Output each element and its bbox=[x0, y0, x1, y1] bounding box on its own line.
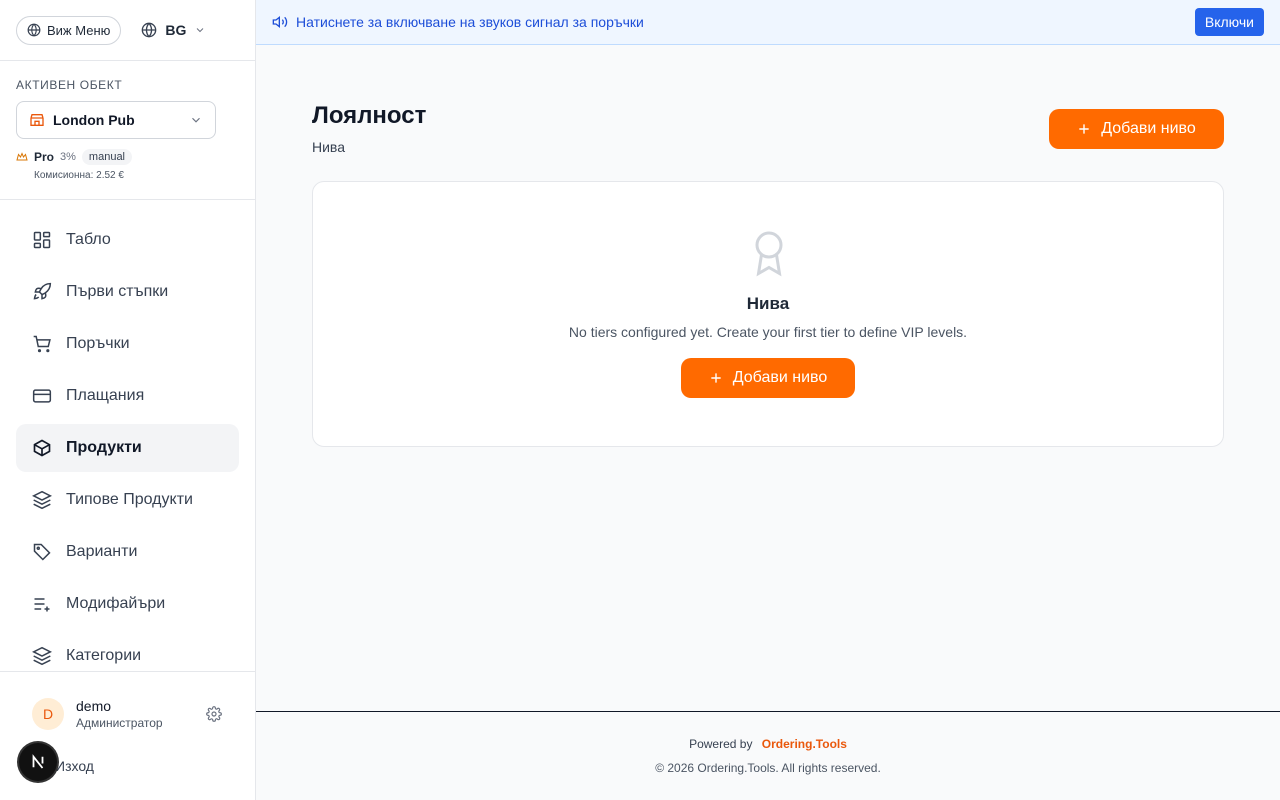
plan-name: Pro bbox=[34, 150, 55, 164]
nextjs-logo-icon bbox=[32, 754, 44, 769]
sidebar-item-label: Категории bbox=[66, 647, 142, 664]
logout-button[interactable]: Изход bbox=[55, 758, 94, 774]
language-selector[interactable]: BG bbox=[133, 16, 214, 45]
sidebar-item-payments[interactable]: Плащания bbox=[16, 372, 239, 420]
sidebar-top: Виж Меню BG bbox=[0, 0, 255, 61]
add-first-tier-label: Добави ниво bbox=[732, 369, 828, 386]
powered-by: Powered by Ordering.Tools bbox=[256, 737, 1280, 751]
plan-badge: manual bbox=[81, 149, 132, 165]
sidebar-item-label: Продукти bbox=[66, 439, 142, 456]
tiers-empty-card: Нива No tiers configured yet. Create you… bbox=[312, 181, 1224, 447]
empty-state-text: No tiers configured yet. Create your fir… bbox=[568, 324, 968, 340]
add-first-tier-button[interactable]: Добави ниво bbox=[681, 358, 855, 398]
layers-icon bbox=[32, 646, 52, 666]
plus-icon bbox=[1079, 124, 1089, 134]
active-venue-label: АКТИВЕН ОБЕКТ bbox=[16, 78, 123, 92]
store-icon bbox=[30, 114, 44, 126]
globe-icon bbox=[27, 23, 41, 37]
sidebar-nav: Табло Първи стъпки Поръчки Плащания Прод… bbox=[16, 216, 239, 684]
tag-icon bbox=[33, 543, 51, 561]
sidebar-item-label: Първи стъпки bbox=[66, 283, 169, 300]
view-menu-label: Виж Меню bbox=[47, 22, 111, 38]
rocket-icon bbox=[33, 282, 52, 300]
enable-sound-button[interactable]: Включи bbox=[1194, 8, 1264, 36]
globe-icon bbox=[142, 22, 157, 38]
speaker-icon bbox=[272, 15, 288, 29]
plan-percent: 3% bbox=[60, 151, 76, 163]
add-tier-label: Добави ниво bbox=[1101, 120, 1196, 137]
user-name: demo bbox=[76, 698, 112, 714]
sidebar-item-label: Варианти bbox=[66, 543, 138, 560]
brand-link[interactable]: Ordering.Tools bbox=[762, 737, 847, 751]
sidebar-item-label: Типове Продукти bbox=[66, 491, 193, 508]
sidebar-item-dashboard[interactable]: Табло bbox=[16, 216, 239, 264]
credit-card-icon bbox=[32, 389, 52, 403]
commission-text: Комисионна: 2.52 € bbox=[34, 170, 124, 181]
user-profile[interactable]: D demo Администратор bbox=[32, 698, 163, 730]
sidebar-item-variants[interactable]: Варианти bbox=[16, 528, 239, 576]
gear-icon[interactable] bbox=[206, 706, 222, 722]
footer: Powered by Ordering.Tools © 2026 Orderin… bbox=[256, 711, 1280, 800]
language-label: BG bbox=[165, 22, 187, 38]
add-tier-button[interactable]: Добави ниво bbox=[1049, 109, 1224, 149]
venue-select[interactable]: London Pub bbox=[16, 101, 216, 139]
cart-icon bbox=[33, 335, 51, 353]
box-icon bbox=[33, 439, 51, 457]
page-subtitle: Нива bbox=[312, 139, 345, 155]
chevron-down-icon bbox=[197, 28, 204, 33]
sidebar-item-label: Табло bbox=[66, 231, 111, 248]
layers-icon bbox=[32, 490, 52, 510]
sidebar-item-product-types[interactable]: Типове Продукти bbox=[16, 476, 239, 524]
sidebar-item-getting-started[interactable]: Първи стъпки bbox=[16, 268, 239, 316]
sidebar-item-orders[interactable]: Поръчки bbox=[16, 320, 239, 368]
plus-icon bbox=[711, 373, 721, 383]
active-venue-section: АКТИВЕН ОБЕКТ London Pub Pro 3% manual К… bbox=[0, 61, 255, 200]
sidebar-item-products[interactable]: Продукти bbox=[16, 424, 239, 472]
list-plus-icon bbox=[34, 598, 50, 612]
crown-icon bbox=[16, 152, 28, 161]
chevron-down-icon bbox=[192, 117, 200, 123]
award-icon bbox=[755, 231, 783, 277]
avatar: D bbox=[32, 698, 64, 730]
powered-by-text: Powered by bbox=[689, 737, 753, 751]
sidebar-item-label: Модифайъри bbox=[66, 595, 166, 612]
sound-alert-banner: Натиснете за включване на звуков сигнал … bbox=[256, 0, 1280, 45]
dashboard-icon bbox=[33, 231, 51, 249]
empty-state-title: Нива bbox=[746, 294, 790, 313]
plan-info: Pro 3% manual bbox=[16, 149, 239, 165]
page-title: Лоялност bbox=[312, 102, 427, 129]
venue-name: London Pub bbox=[53, 112, 135, 128]
banner-text[interactable]: Натиснете за включване на звуков сигнал … bbox=[296, 14, 1187, 30]
sidebar: Виж Меню BG АКТИВЕН ОБЕКТ London Pub Pro… bbox=[0, 0, 256, 800]
user-role: Администратор bbox=[76, 716, 163, 730]
nextjs-dev-badge[interactable] bbox=[19, 743, 57, 781]
copyright: © 2026 Ordering.Tools. All rights reserv… bbox=[655, 761, 881, 775]
sidebar-item-label: Поръчки bbox=[66, 335, 130, 352]
sidebar-item-modifiers[interactable]: Модифайъри bbox=[16, 580, 239, 628]
view-menu-button[interactable]: Виж Меню bbox=[16, 15, 122, 45]
sidebar-item-label: Плащания bbox=[66, 387, 145, 404]
